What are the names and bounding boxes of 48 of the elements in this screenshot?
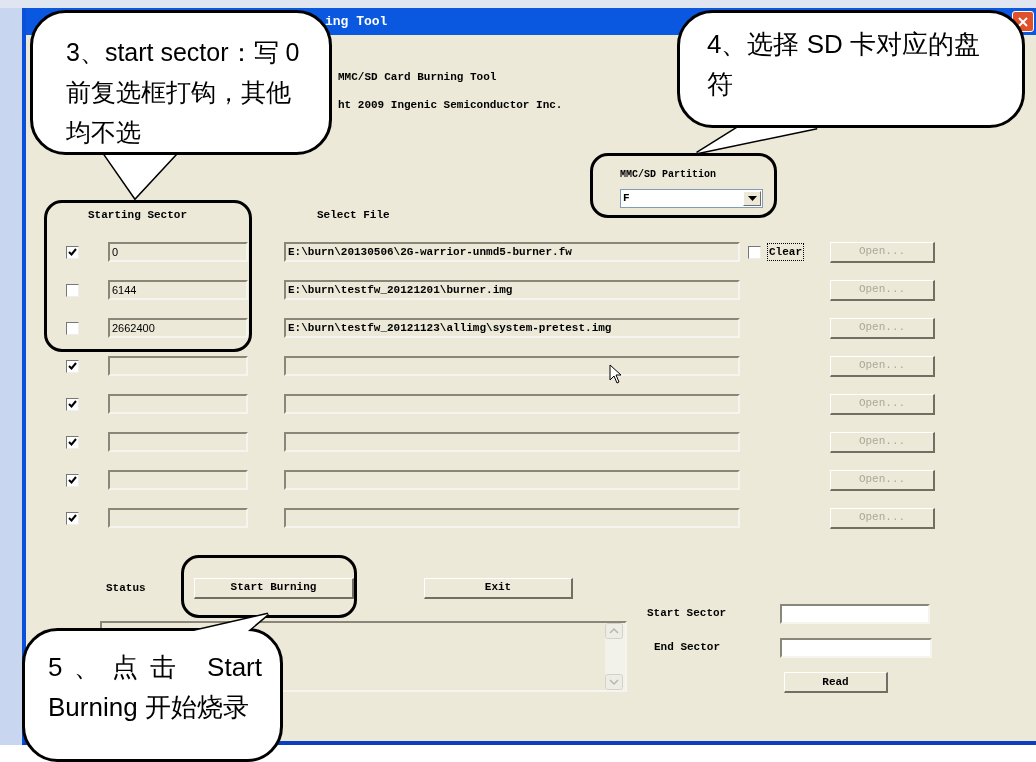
checkbox[interactable] — [66, 473, 79, 487]
dropdown-button[interactable] — [743, 191, 761, 206]
start-burning-button[interactable]: Start Burning — [194, 577, 354, 599]
column-header: Select File — [317, 208, 390, 221]
sector-field[interactable] — [108, 432, 248, 452]
column-header: Starting Sector — [88, 208, 189, 221]
partition-label: MMC/SD Partition — [620, 168, 717, 179]
sector-field[interactable] — [108, 508, 248, 528]
checkbox[interactable] — [66, 321, 79, 335]
partition-dropdown[interactable]: F — [620, 189, 763, 208]
sector-field[interactable] — [108, 394, 248, 414]
product-title: MMC/SD Card Burning Tool — [338, 70, 498, 83]
file-path-field[interactable] — [284, 432, 740, 452]
file-path-field[interactable] — [284, 394, 740, 414]
file-path-field[interactable]: E:\burn\20130506\2G-warrior-unmd5-burner.fw — [284, 242, 740, 262]
sector-field[interactable]: 2662400 — [108, 318, 248, 338]
checkbox[interactable] — [66, 397, 79, 411]
checkbox[interactable] — [748, 245, 761, 259]
checkbox[interactable] — [66, 511, 79, 525]
mouse-pointer-icon — [609, 364, 623, 384]
close-icon — [1017, 15, 1029, 28]
callout-text: 3、start sector：写 0 前复选框打钩，其他均不选 — [66, 37, 301, 148]
copyright-text: ht 2009 Ingenic Semiconductor Inc. — [338, 98, 564, 111]
file-path-field[interactable] — [284, 470, 740, 490]
file-path-field[interactable] — [284, 508, 740, 528]
start-sector-label: Start Sector — [647, 606, 728, 622]
file-path-field[interactable]: E:\burn\testfw_20121201\burner.img — [284, 280, 740, 300]
checkbox[interactable] — [66, 359, 79, 373]
start-sector-field[interactable] — [780, 603, 930, 624]
end-sector-field[interactable] — [780, 637, 932, 658]
file-path-field[interactable]: E:\burn\testfw_20121123\allimg\system-pretest.img — [284, 318, 740, 338]
status-label: Status — [106, 580, 147, 596]
checkbox[interactable] — [66, 245, 79, 259]
sector-field[interactable]: 0 — [108, 242, 248, 262]
file-path-field[interactable] — [284, 356, 740, 376]
window-title: ing Tool — [325, 12, 388, 31]
callout-text: 4、选择 SD 卡对应的盘符 — [707, 28, 982, 101]
checkbox[interactable] — [66, 283, 79, 297]
checkbox-label: Clear — [767, 242, 804, 262]
sector-field[interactable] — [108, 356, 248, 376]
end-sector-label: End Sector — [654, 640, 721, 656]
sector-field[interactable]: 6144 — [108, 280, 248, 300]
callout-text: 5、点击 Start Burning 开始烧录 — [48, 651, 262, 724]
checkbox[interactable] — [66, 435, 79, 449]
caret-icon — [747, 196, 757, 201]
exit-button[interactable]: Exit — [424, 577, 573, 599]
sector-field[interactable] — [108, 470, 248, 490]
read-button[interactable]: Read — [784, 672, 888, 693]
